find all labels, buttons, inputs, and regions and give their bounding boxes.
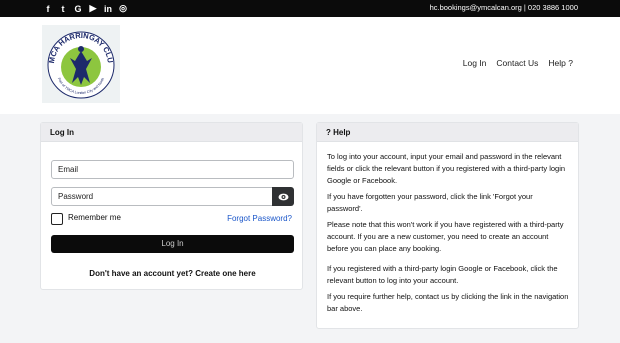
nav-help[interactable]: Help ? — [548, 58, 573, 68]
signup-link[interactable]: Don't have an account yet? Create one he… — [41, 269, 304, 278]
linkedin-icon[interactable]: in — [103, 3, 113, 14]
site-header: YMCA HARRINGAY CLUB Part of YMCA London … — [0, 17, 620, 114]
help-paragraph: To log into your account, input your ema… — [327, 152, 566, 185]
facebook-icon[interactable]: f — [43, 3, 53, 14]
show-password-button[interactable] — [272, 187, 294, 206]
nav-contact[interactable]: Contact Us — [496, 58, 538, 68]
help-paragraph: If you registered with a third-party log… — [327, 264, 558, 285]
twitter-icon[interactable]: t — [58, 3, 68, 14]
help-card-title: ? Help — [317, 123, 578, 142]
help-paragraph: If you have forgotten your password, cli… — [327, 192, 533, 213]
remember-me-label: Remember me — [68, 213, 121, 222]
eye-icon — [278, 193, 288, 200]
help-paragraph: Please note that this won't work if you … — [327, 220, 564, 253]
login-button[interactable]: Log In — [51, 235, 294, 253]
nav-login[interactable]: Log In — [463, 58, 487, 68]
instagram-icon[interactable]: ◎ — [118, 3, 128, 14]
login-card-title: Log In — [41, 123, 302, 142]
remember-me-checkbox[interactable] — [51, 213, 63, 225]
google-icon[interactable]: G — [73, 3, 83, 14]
contact-info: hc.bookings@ymcalcan.org | 020 3886 1000 — [429, 3, 578, 12]
help-text: To log into your account, input your ema… — [317, 142, 578, 315]
forgot-password-link[interactable]: Forgot Password? — [227, 214, 292, 223]
password-field[interactable]: Password — [51, 187, 273, 206]
email-field[interactable]: Email — [51, 160, 294, 179]
social-links: f t G ▶ in ◎ — [43, 3, 128, 14]
youtube-icon[interactable]: ▶ — [88, 3, 98, 14]
help-paragraph: If you require further help, contact us … — [327, 292, 569, 313]
ymca-logo[interactable]: YMCA HARRINGAY CLUB Part of YMCA London … — [39, 18, 120, 103]
login-card: Log In Email Password Remember me Forgot… — [40, 122, 303, 290]
top-bar: f t G ▶ in ◎ hc.bookings@ymcalcan.org | … — [0, 0, 620, 17]
main-nav: Log In Contact Us Help ? — [463, 58, 573, 68]
help-card: ? Help To log into your account, input y… — [316, 122, 579, 329]
